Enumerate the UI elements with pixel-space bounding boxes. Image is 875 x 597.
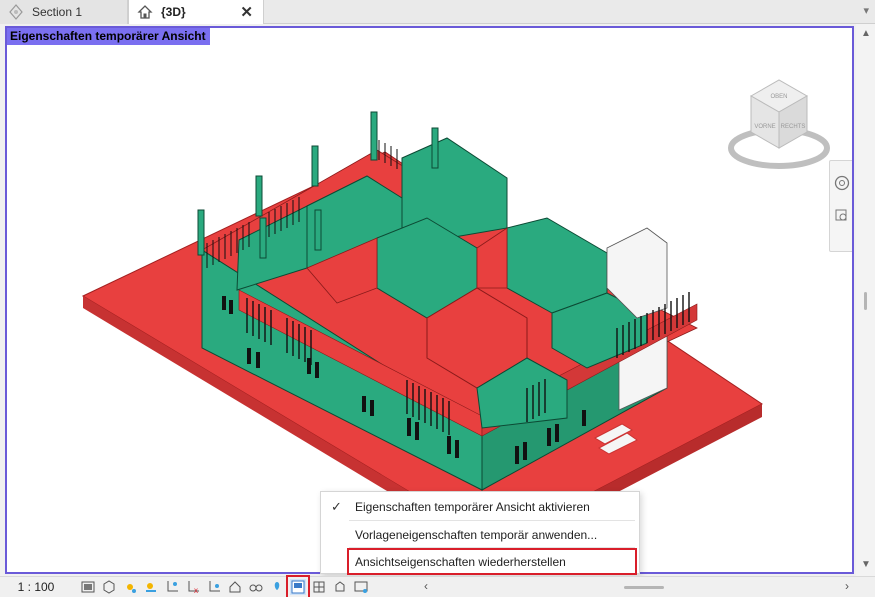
close-tab-icon[interactable]: ✕ bbox=[240, 3, 253, 21]
scroll-down-icon[interactable]: ▼ bbox=[861, 559, 871, 570]
vertical-scrollbar[interactable]: ▲ ▼ bbox=[856, 24, 875, 576]
lock-3d-view-icon[interactable] bbox=[227, 579, 243, 595]
temporary-hide-icon[interactable] bbox=[248, 579, 264, 595]
scroll-right-icon[interactable]: › bbox=[845, 579, 849, 593]
tab-label: {3D} bbox=[161, 5, 186, 19]
shadows-icon[interactable] bbox=[143, 579, 159, 595]
tab-label: Section 1 bbox=[32, 5, 83, 19]
menu-item-enable-temporary-view-properties[interactable]: ✓ Eigenschaften temporärer Ansicht aktiv… bbox=[321, 495, 639, 519]
temporary-view-properties-icon[interactable] bbox=[286, 575, 310, 597]
view-control-bar: 1 : 100 x ‹ › bbox=[0, 575, 875, 597]
viewcube-front-label: VORNE bbox=[754, 124, 775, 130]
zoom-icon[interactable] bbox=[835, 209, 849, 226]
steering-wheel-icon[interactable] bbox=[834, 175, 850, 194]
crop-view-icon[interactable] bbox=[164, 579, 180, 595]
tab-section-1[interactable]: Section 1 bbox=[0, 0, 128, 24]
revit-app-window: Section 1 {3D} ✕ ▾ Eigenschaften temporä… bbox=[0, 0, 875, 597]
viewcube: OBEN VORNE RECHTS bbox=[728, 79, 830, 169]
scroll-left-icon[interactable]: ‹ bbox=[424, 579, 428, 593]
view-scale[interactable]: 1 : 100 bbox=[0, 580, 62, 594]
detail-level-icon[interactable] bbox=[80, 579, 96, 595]
unlocked-view-icon[interactable] bbox=[206, 579, 222, 595]
temporary-view-context-menu: ✓ Eigenschaften temporärer Ansicht aktiv… bbox=[320, 491, 640, 574]
section-icon bbox=[8, 4, 24, 20]
menu-item-label: Eigenschaften temporärer Ansicht aktivie… bbox=[355, 500, 590, 514]
navigation-bar bbox=[829, 160, 852, 252]
reveal-hidden-icon[interactable] bbox=[269, 579, 285, 595]
view-tab-bar: Section 1 {3D} ✕ ▾ bbox=[0, 0, 875, 24]
tab-3d[interactable]: {3D} ✕ bbox=[128, 0, 264, 24]
scroll-up-icon[interactable]: ▲ bbox=[861, 28, 871, 39]
horizontal-scrollbar[interactable]: ‹ › bbox=[424, 579, 849, 595]
show-analytical-model-icon[interactable] bbox=[311, 579, 327, 595]
show-crop-region-icon[interactable]: x bbox=[185, 579, 201, 595]
sun-path-icon[interactable] bbox=[122, 579, 138, 595]
menu-separator bbox=[349, 547, 635, 548]
viewcube-right-label: RECHTS bbox=[781, 124, 806, 130]
menu-item-label: Ansichtseigenschaften wiederherstellen bbox=[355, 555, 566, 569]
check-icon: ✓ bbox=[331, 499, 342, 514]
svg-text:x: x bbox=[194, 586, 198, 594]
menu-separator bbox=[349, 520, 635, 521]
menu-item-label: Vorlageneigenschaften temporär anwenden.… bbox=[355, 528, 598, 542]
reveal-constraints-icon[interactable] bbox=[353, 579, 369, 595]
menu-item-restore-view-properties[interactable]: Ansichtseigenschaften wiederherstellen bbox=[321, 550, 639, 574]
tab-overflow-chevron-icon[interactable]: ▾ bbox=[863, 4, 869, 17]
highlight-displacement-icon[interactable] bbox=[332, 579, 348, 595]
visual-style-icon[interactable] bbox=[101, 579, 117, 595]
house-icon bbox=[137, 4, 153, 20]
horizontal-scroll-thumb[interactable] bbox=[624, 586, 664, 589]
viewcube-top-label: OBEN bbox=[770, 94, 787, 100]
vertical-scroll-thumb[interactable] bbox=[864, 292, 867, 310]
menu-item-apply-template-temporarily[interactable]: Vorlageneigenschaften temporär anwenden.… bbox=[321, 523, 639, 547]
